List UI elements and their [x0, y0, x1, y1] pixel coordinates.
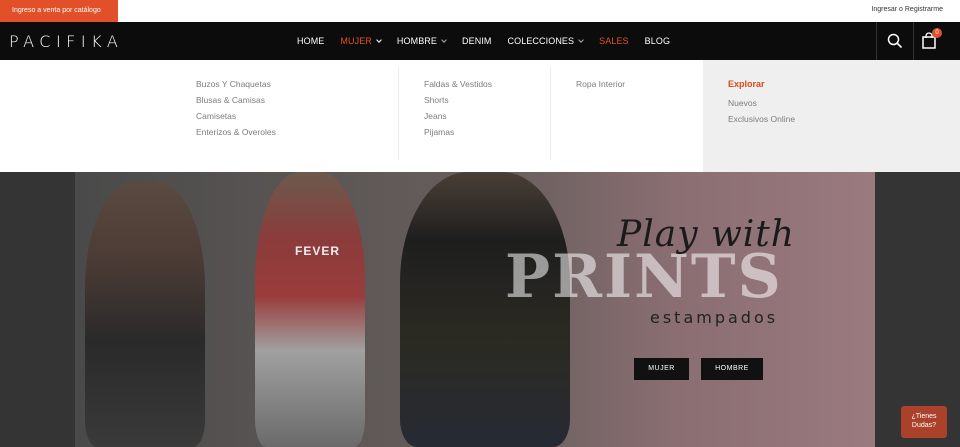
chevron-down-icon [376, 36, 382, 43]
mega-menu-column: Faldas & Vestidos Shorts Jeans Pijamas [424, 79, 492, 179]
nav-sales-label: SALES [599, 36, 629, 46]
nav-blog-label: BLOG [644, 36, 671, 46]
nav-mujer-label: MUJER [340, 36, 372, 46]
nav-blog[interactable]: BLOG [645, 36, 670, 46]
nav-colecciones[interactable]: COLECCIONES [508, 36, 584, 46]
scrollbar[interactable] [952, 22, 960, 60]
main-header: PACIFIKA HOME MUJER HOMBRE DENIM COLECCI… [0, 22, 960, 60]
mega-menu-column: Ropa Interior [576, 79, 625, 179]
nav-mujer[interactable]: MUJER [340, 36, 382, 46]
nav-hombre[interactable]: HOMBRE [396, 36, 447, 46]
menu-item-ropa-interior[interactable]: Ropa Interior [576, 79, 625, 89]
catalog-sale-button[interactable]: Ingreso a venta por catálogo [0, 0, 118, 22]
hero-hombre-button[interactable]: HOMBRE [701, 358, 763, 380]
search-icon[interactable] [887, 33, 903, 49]
chat-label-line1: ¿Tienes [911, 413, 937, 420]
nav-home[interactable]: HOME [297, 36, 324, 46]
nav-hombre-label: HOMBRE [396, 36, 438, 46]
nav-sales[interactable]: SALES [599, 36, 629, 46]
help-chat-button[interactable]: ¿Tienes Dudas? [901, 406, 947, 438]
chevron-down-icon [441, 36, 447, 43]
cart-count-badge: 0 [932, 28, 942, 38]
explore-item-exclusivos[interactable]: Exclusivos Online [728, 114, 795, 124]
explore-title: Explorar [728, 79, 765, 89]
explore-item-nuevos[interactable]: Nuevos [728, 98, 757, 108]
login-register-link[interactable]: Ingresar o Registrarme [871, 6, 943, 13]
nav-denim[interactable]: DENIM [462, 36, 492, 46]
divider [550, 66, 551, 160]
hero-headline: Play with [617, 214, 795, 255]
hero-banner[interactable]: FEVER PRINTS Play with estampados MUJER … [0, 172, 960, 447]
explore-panel: Explorar Nuevos Exclusivos Online [703, 60, 960, 172]
header-actions: 0 [876, 22, 952, 60]
hero-side-left [0, 172, 75, 447]
top-bar: Ingreso a venta por catálogo Ingresar o … [0, 0, 960, 22]
main-nav: HOME MUJER HOMBRE DENIM COLECCIONES SALE… [297, 22, 686, 60]
chevron-down-icon [578, 36, 584, 43]
divider [398, 66, 399, 160]
model-man [85, 182, 205, 447]
mega-menu: Buzos Y Chaquetas Blusas & Camisas Camis… [0, 60, 960, 172]
menu-item-camisetas[interactable]: Camisetas [196, 111, 276, 121]
nav-home-label: HOME [297, 36, 325, 46]
hero-mujer-button[interactable]: MUJER [634, 358, 689, 380]
menu-item-enterizos[interactable]: Enterizos & Overoles [196, 127, 276, 137]
menu-item-shorts[interactable]: Shorts [424, 95, 492, 105]
nav-colecciones-label: COLECCIONES [507, 36, 575, 46]
menu-item-buzos[interactable]: Buzos Y Chaquetas [196, 79, 276, 89]
model-woman-red-shirt [255, 172, 365, 447]
hero-subline: estampados [650, 308, 779, 327]
menu-item-faldas[interactable]: Faldas & Vestidos [424, 79, 492, 89]
mega-menu-column: Buzos Y Chaquetas Blusas & Camisas Camis… [196, 79, 276, 179]
menu-item-pijamas[interactable]: Pijamas [424, 127, 492, 137]
shirt-print-text: FEVER [295, 244, 341, 258]
nav-denim-label: DENIM [462, 36, 492, 46]
brand-logo[interactable]: PACIFIKA [9, 32, 123, 51]
menu-item-jeans[interactable]: Jeans [424, 111, 492, 121]
chat-label-line2: Dudas? [911, 422, 937, 429]
menu-item-blusas[interactable]: Blusas & Camisas [196, 95, 276, 105]
